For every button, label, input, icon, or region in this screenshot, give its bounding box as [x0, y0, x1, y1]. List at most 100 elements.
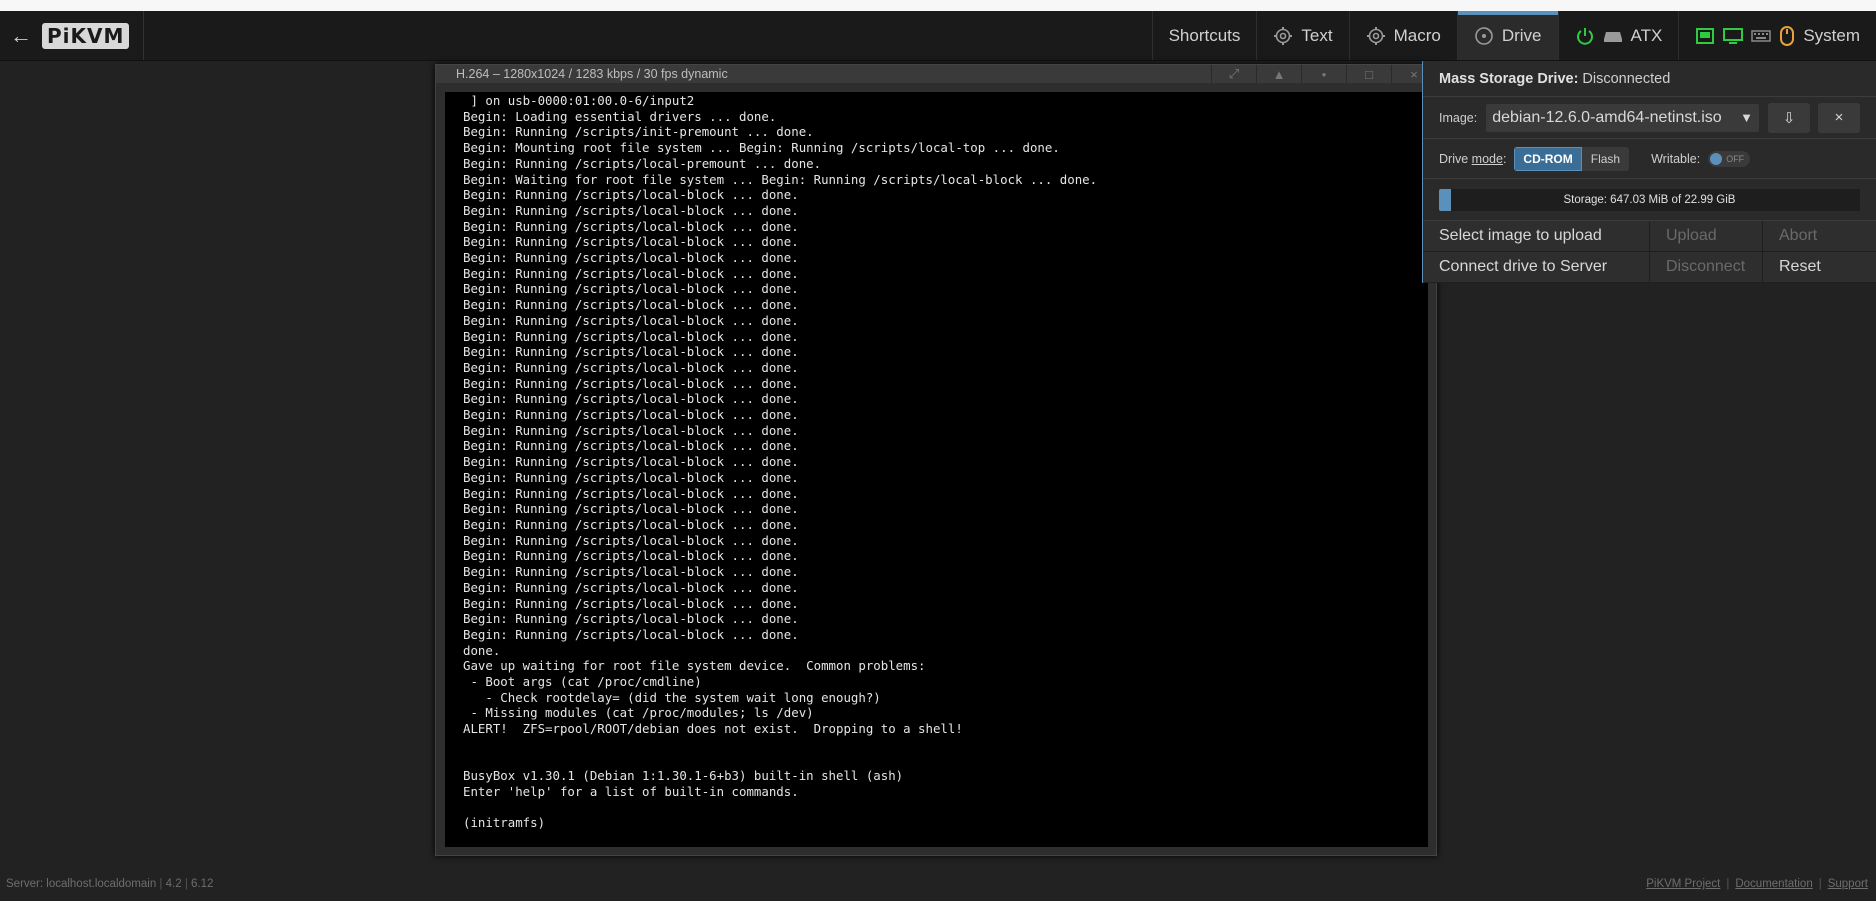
terminal-line: - Check rootdelay= (did the system wait … [463, 689, 881, 705]
stream-header[interactable]: H.264 – 1280x1024 / 1283 kbps / 30 fps d… [436, 65, 1436, 83]
terminal-line: ALERT! ZFS=rpool/ROOT/debian does not ex… [463, 721, 963, 737]
upload-button[interactable]: Upload [1650, 221, 1763, 252]
terminal-line: Begin: Running /scripts/local-block ... … [463, 187, 799, 203]
drive-mode-row: Drive mode: CD-ROM Flash Writable: OFF [1423, 139, 1876, 179]
nav-system-label: System [1803, 25, 1860, 45]
terminal-line: Begin: Running /scripts/local-block ... … [463, 202, 799, 218]
top-navbar: ← PiKVM Shortcuts Text Macro Drive ATX S… [0, 11, 1876, 61]
reset-button[interactable]: Reset [1763, 252, 1876, 283]
storage-row: Storage: 647.03 MiB of 22.99 GiB [1423, 179, 1876, 221]
terminal-line: Begin: Running /scripts/local-block ... … [463, 501, 799, 517]
terminal-line: Begin: Running /scripts/init-premount ..… [463, 124, 814, 140]
gear-icon [1273, 26, 1293, 46]
drive-status: Disconnected [1582, 70, 1671, 87]
toggle-knob [1708, 150, 1725, 167]
terminal-line: Begin: Running /scripts/local-block ... … [463, 469, 799, 485]
terminal-line: Begin: Running /scripts/local-block ... … [463, 454, 799, 470]
keyboard-icon [1751, 29, 1772, 43]
writable-label: Writable: [1651, 151, 1701, 166]
dot-icon[interactable]: • [1301, 65, 1346, 83]
pikvm-logo[interactable]: PiKVM [42, 22, 130, 49]
connect-drive-button[interactable]: Connect drive to Server [1423, 252, 1650, 283]
fullscreen-icon[interactable]: ⤢ [1211, 65, 1256, 83]
terminal-line: Begin: Running /scripts/local-block ... … [463, 516, 799, 532]
terminal-line: Begin: Running /scripts/local-block ... … [463, 281, 799, 297]
hdd-icon [1603, 28, 1623, 44]
nav-atx[interactable]: ATX [1557, 11, 1679, 60]
terminal-line: Begin: Running /scripts/local-block ... … [463, 485, 799, 501]
terminal-line: Begin: Running /scripts/local-premount .… [463, 155, 822, 171]
terminal-line: Begin: Running /scripts/local-block ... … [463, 234, 799, 250]
terminal-line: Begin: Running /scripts/local-block ... … [463, 265, 799, 281]
back-arrow-icon[interactable]: ← [10, 23, 32, 49]
remove-image-button[interactable]: × [1818, 102, 1860, 133]
writable-state: OFF [1726, 153, 1745, 164]
storage-text: Storage: 647.03 MiB of 22.99 GiB [1563, 193, 1736, 206]
storage-progress-bar: Storage: 647.03 MiB of 22.99 GiB [1439, 188, 1860, 211]
terminal-line: Begin: Running /scripts/local-block ... … [463, 218, 799, 234]
download-button[interactable]: ⇩ [1768, 102, 1810, 133]
footer-links: PiKVM Project | Documentation | Support [1646, 878, 1868, 890]
nav-shortcuts-label: Shortcuts [1168, 25, 1241, 45]
drive-image-row: Image: debian-12.6.0-amd64-netinst.iso ▼… [1423, 97, 1876, 139]
terminal-line: Begin: Running /scripts/local-block ... … [463, 438, 799, 454]
version-kvmd: 4.2 [165, 878, 182, 890]
terminal-line: Begin: Running /scripts/local-block ... … [463, 297, 799, 313]
terminal-line: Begin: Running /scripts/local-block ... … [463, 532, 799, 548]
nav-system[interactable]: System [1678, 11, 1876, 60]
abort-button[interactable]: Abort [1763, 221, 1876, 252]
maximize-icon[interactable]: □ [1346, 65, 1391, 83]
terminal-output: ] on usb-0000:01:00.0-6/input2 Begin: Loa… [463, 93, 1428, 831]
terminal-line: Begin: Running /scripts/local-block ... … [463, 611, 799, 627]
mode-cdrom-button[interactable]: CD-ROM [1514, 146, 1582, 171]
mouse-icon [1779, 25, 1795, 46]
stream-window[interactable]: H.264 – 1280x1024 / 1283 kbps / 30 fps d… [435, 64, 1437, 856]
terminal-line: ] on usb-0000:01:00.0-6/input2 [463, 93, 695, 108]
network-icon [1695, 26, 1715, 46]
terminal-line: Gave up waiting for root file system dev… [463, 658, 926, 674]
browser-top-strip [0, 0, 1876, 11]
drive-actions: Select image to upload Upload Abort Conn… [1423, 221, 1876, 283]
drive-panel: Mass Storage Drive: Disconnected Image: … [1422, 61, 1876, 283]
terminal-line: Begin: Running /scripts/local-block ... … [463, 375, 799, 391]
disconnect-button[interactable]: Disconnect [1650, 252, 1763, 283]
drive-title-label: Mass Storage Drive: [1439, 70, 1579, 87]
nav-macro-label: Macro [1393, 25, 1441, 45]
terminal-line: Begin: Running /scripts/local-block ... … [463, 595, 799, 611]
chevron-down-icon: ▼ [1740, 110, 1753, 125]
terminal-line: Begin: Running /scripts/local-block ... … [463, 328, 799, 344]
server-name: Server: localhost.localdomain [6, 878, 157, 890]
screenshot-icon[interactable]: ▲ [1256, 65, 1301, 83]
pikvm-project-link[interactable]: PiKVM Project [1646, 878, 1720, 890]
footer-server-info: Server: localhost.localdomain | 4.2 | 6.… [6, 878, 214, 890]
drive-mode-switch: CD-ROM Flash [1514, 146, 1630, 171]
terminal-line: (initramfs) [463, 815, 546, 831]
nav-atx-label: ATX [1630, 25, 1663, 45]
terminal-line: BusyBox v1.30.1 (Debian 1:1.30.1-6+b3) b… [463, 768, 904, 784]
terminal-line: Begin: Running /scripts/local-block ... … [463, 391, 799, 407]
nav-text[interactable]: Text [1256, 11, 1348, 60]
nav-macro[interactable]: Macro [1348, 11, 1457, 60]
terminal-line: Begin: Running /scripts/local-block ... … [463, 564, 799, 580]
support-link[interactable]: Support [1828, 878, 1868, 890]
documentation-link[interactable]: Documentation [1735, 878, 1812, 890]
terminal-line: done. [463, 642, 501, 658]
image-label: Image: [1439, 110, 1478, 125]
terminal-line: Begin: Loading essential drivers ... don… [463, 108, 777, 124]
terminal-line: Begin: Running /scripts/local-block ... … [463, 312, 799, 328]
writable-toggle[interactable]: OFF [1708, 150, 1751, 167]
image-select[interactable]: debian-12.6.0-amd64-netinst.iso ▼ [1485, 102, 1760, 133]
terminal-line: Begin: Running /scripts/local-block ... … [463, 250, 799, 266]
power-icon [1575, 26, 1595, 46]
remote-screen[interactable]: ] on usb-0000:01:00.0-6/input2 Begin: Loa… [445, 92, 1428, 847]
mode-flash-button[interactable]: Flash [1581, 146, 1630, 171]
terminal-line: Begin: Running /scripts/local-block ... … [463, 359, 799, 375]
nav-drive[interactable]: Drive [1456, 11, 1558, 60]
terminal-line: - Boot args (cat /proc/cmdline) [463, 674, 702, 690]
select-image-button[interactable]: Select image to upload [1423, 221, 1650, 252]
image-select-value: debian-12.6.0-amd64-netinst.iso [1492, 108, 1722, 126]
nav-shortcuts[interactable]: Shortcuts [1151, 11, 1257, 60]
